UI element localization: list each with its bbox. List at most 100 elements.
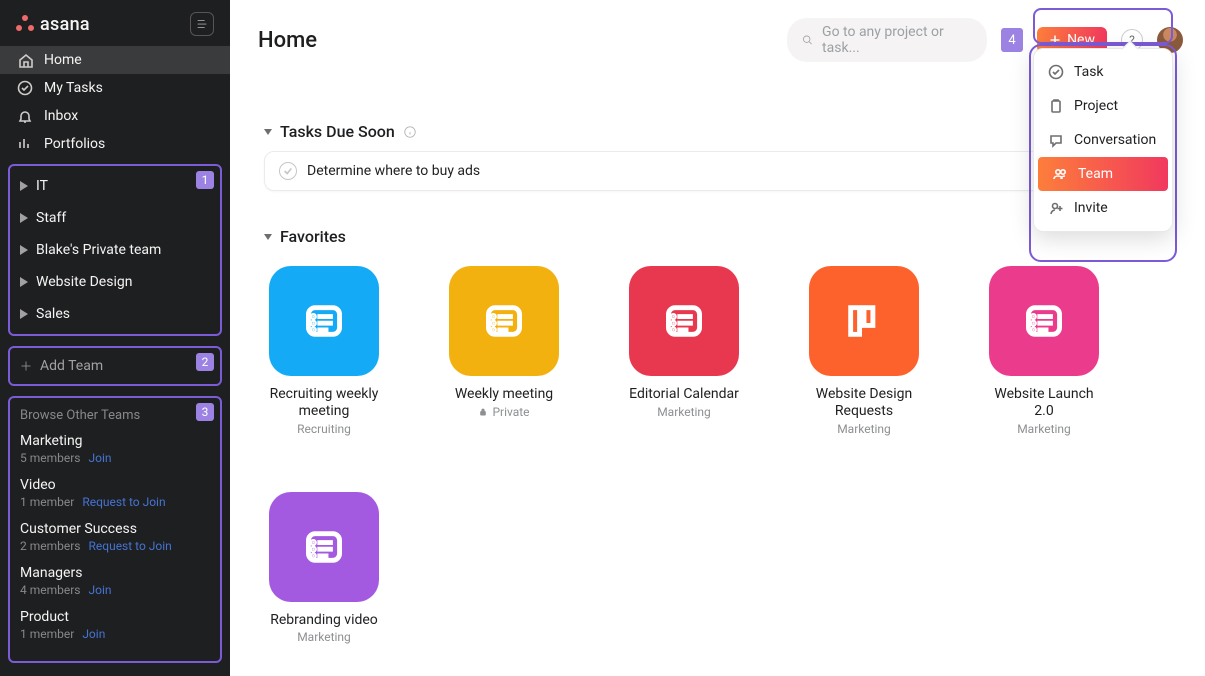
nav-label: Home [44,52,82,68]
team-label: Staff [36,210,66,226]
collapse-caret-icon [264,129,272,135]
new-menu-label: Team [1078,166,1113,182]
favorite-item[interactable]: Weekly meeting Private [444,266,564,436]
team-item[interactable]: Staff [10,202,220,234]
global-search[interactable]: Go to any project or task... [787,18,987,62]
nav-item-home[interactable]: Home [0,46,230,74]
join-link[interactable]: Join [89,451,112,465]
team-item[interactable]: IT [10,170,220,202]
project-subtitle: Marketing [837,422,891,436]
caret-right-icon [20,181,30,191]
project-tile [989,266,1099,376]
project-tile [269,266,379,376]
project-name: Website Design Requests [804,386,924,420]
sidebar-collapse-button[interactable] [190,12,214,36]
join-link[interactable]: Join [82,627,105,641]
other-team-item: Customer Success 2 members Request to Joi… [20,521,210,553]
primary-nav: Home My Tasks Inbox Portfolios [0,46,230,158]
people-icon [1052,166,1068,182]
team-item[interactable]: Blake's Private team [10,234,220,266]
search-icon [801,33,814,47]
favorite-item[interactable]: Editorial Calendar Marketing [624,266,744,436]
project-name: Website Launch 2.0 [984,386,1104,420]
collapse-caret-icon [264,234,272,240]
plus-icon [1049,34,1061,46]
nav-item-portfolios[interactable]: Portfolios [0,130,230,158]
new-menu: Task Project Conversation Team Invite [1033,48,1173,232]
project-tile [269,492,379,602]
favorite-item[interactable]: Rebranding video Marketing [264,492,384,645]
project-name: Editorial Calendar [629,386,739,403]
new-menu-item-project[interactable]: Project [1034,89,1172,123]
favorites-title: Favorites [280,227,346,246]
nav-label: Portfolios [44,136,105,152]
other-team-item: Video 1 memberRequest to Join [20,477,210,509]
callout-badge-1: 1 [196,171,214,189]
favorites-header[interactable]: Favorites [264,227,1171,246]
chat-icon [1048,132,1064,148]
logo-text: asana [40,14,90,35]
member-count: 2 members [20,539,81,553]
nav-item-inbox[interactable]: Inbox [0,102,230,130]
project-name: Rebranding video [270,612,378,629]
member-count: 1 member [20,627,74,641]
check-circle-icon [1048,64,1064,80]
lock-icon [478,407,488,417]
bell-icon [16,108,34,124]
project-subtitle: Marketing [1017,422,1071,436]
project-tile [809,266,919,376]
other-team-item: Marketing 5 members Join [20,433,210,465]
caret-right-icon [20,245,30,255]
board-icon [844,301,884,341]
nav-label: Inbox [44,108,78,124]
nav-item-my-tasks[interactable]: My Tasks [0,74,230,102]
join-link[interactable]: Request to Join [82,495,165,509]
project-subtitle: Recruiting [297,422,351,436]
info-icon[interactable] [403,125,417,139]
favorite-item[interactable]: Website Launch 2.0 Marketing [984,266,1104,436]
team-item[interactable]: Website Design [10,266,220,298]
callout-badge-3: 3 [196,403,214,421]
other-team-name[interactable]: Video [20,477,210,493]
team-label: IT [36,178,48,194]
other-team-name[interactable]: Customer Success [20,521,210,537]
join-link[interactable]: Request to Join [89,539,172,553]
invite-icon [1048,200,1064,216]
teams-section: 1 IT Staff Blake's Private team Website Des… [8,164,222,336]
add-team-button[interactable]: 2 Add Team [8,346,222,386]
check-circle-icon [16,80,34,96]
team-item[interactable]: Sales [10,298,220,330]
member-count: 4 members [20,583,81,597]
new-menu-item-task[interactable]: Task [1034,55,1172,89]
caret-right-icon [20,213,30,223]
callout-badge-4: 4 [1001,28,1023,52]
logo[interactable]: asana [16,14,90,35]
favorite-item[interactable]: Website Design Requests Marketing [804,266,924,436]
other-team-name[interactable]: Marketing [20,433,210,449]
bars-icon [16,136,34,152]
join-link[interactable]: Join [89,583,112,597]
project-tile [449,266,559,376]
new-menu-item-conversation[interactable]: Conversation [1034,123,1172,157]
new-menu-label: Task [1074,64,1104,80]
project-name: Recruiting weekly meeting [264,386,384,420]
add-team-label: Add Team [40,358,103,374]
favorite-item[interactable]: Recruiting weekly meeting Recruiting [264,266,384,436]
tasks-due-title: Tasks Due Soon [280,122,395,141]
new-menu-label: Conversation [1074,132,1156,148]
home-icon [16,52,34,68]
team-label: Website Design [36,274,132,290]
team-label: Sales [36,306,70,322]
team-label: Blake's Private team [36,242,161,258]
other-team-name[interactable]: Product [20,609,210,625]
new-menu-label: Project [1074,98,1118,114]
member-count: 5 members [20,451,81,465]
new-menu-item-invite[interactable]: Invite [1034,191,1172,225]
page-title: Home [258,28,317,53]
other-team-name[interactable]: Managers [20,565,210,581]
caret-right-icon [20,309,30,319]
new-menu-item-team[interactable]: Team [1038,157,1168,191]
new-menu-label: Invite [1074,200,1108,216]
list-icon [304,301,344,341]
complete-checkbox[interactable] [279,162,297,180]
